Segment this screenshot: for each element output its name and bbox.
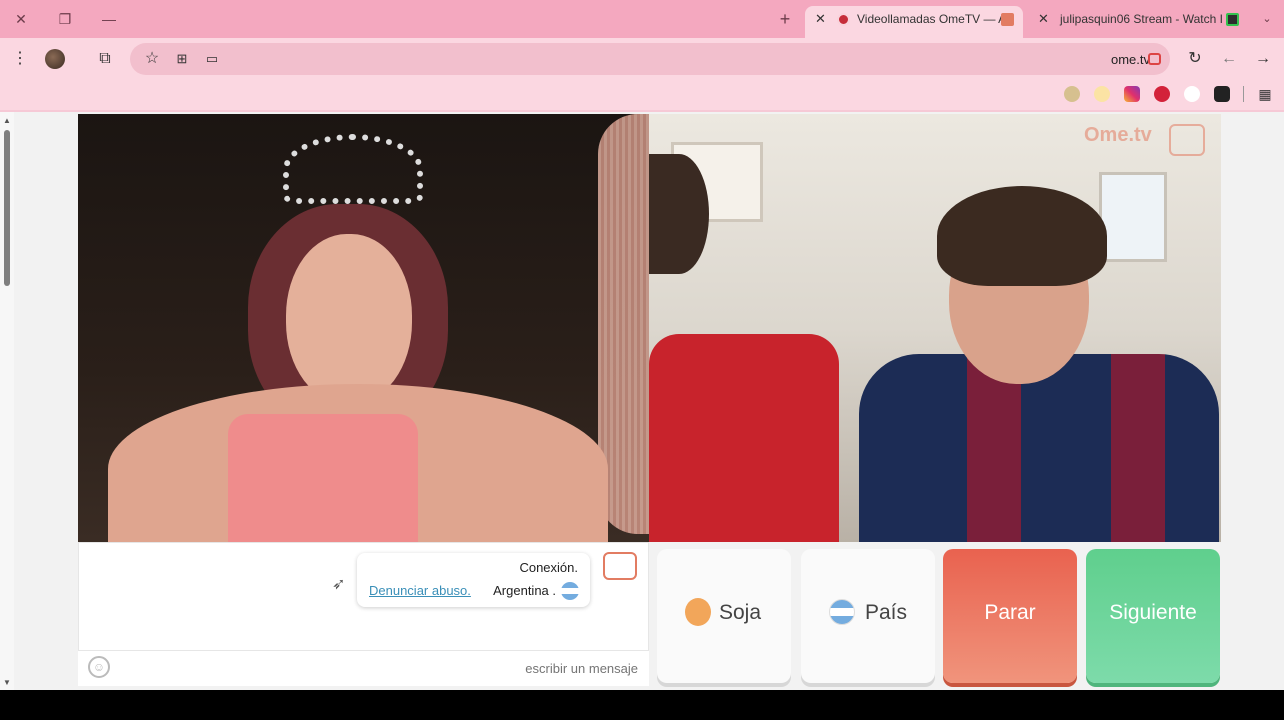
red-shirt-shape <box>649 334 839 542</box>
argentina-flag-icon <box>561 582 579 600</box>
status-title: Conexión. <box>519 560 578 575</box>
forward-icon[interactable]: → <box>1252 48 1274 70</box>
cast-icon[interactable]: ▭ <box>201 48 223 70</box>
menu-dots-icon[interactable]: ⋮ <box>9 48 31 70</box>
tab-stream[interactable]: ✕ julipasquin06 Stream - Watch I <box>1030 6 1245 38</box>
country-filter-button[interactable]: País <box>801 549 935 683</box>
tab-videollamadas[interactable]: ✕ Videollamadas OmeTV — A <box>805 6 1023 38</box>
message-input[interactable] <box>120 655 638 681</box>
scroll-down-arrow-icon[interactable]: ▼ <box>3 678 11 687</box>
pinterest-icon[interactable] <box>1154 86 1170 102</box>
bookmark-star-icon[interactable]: ☆ <box>141 48 163 70</box>
gender-filter-button[interactable]: Soja <box>657 549 791 683</box>
new-tab-icon[interactable]: + <box>772 8 798 30</box>
status-message: Conexión. Argentina . Denunciar abuso. <box>357 553 590 607</box>
tab-title: Videollamadas OmeTV — A <box>857 12 1007 26</box>
hair-shape <box>937 186 1107 286</box>
bookmark-divider <box>1243 86 1244 102</box>
local-video <box>78 114 649 542</box>
close-tab-icon[interactable]: ✕ <box>1038 6 1049 32</box>
back-icon[interactable]: ← <box>1218 48 1240 70</box>
emoji-icon[interactable]: ☺ <box>88 656 110 678</box>
bookmark-icon[interactable] <box>1094 86 1110 102</box>
minimize-window-icon[interactable]: — <box>96 8 122 30</box>
recording-icon <box>837 13 850 26</box>
reload-icon[interactable]: ↻ <box>1184 48 1206 70</box>
wall-picture <box>1099 172 1167 262</box>
tab-title: julipasquin06 Stream - Watch I <box>1060 12 1223 26</box>
gender-label: Soja <box>719 601 762 624</box>
ometv-watermark: Ome.tv <box>1084 124 1152 146</box>
bottom-bar <box>0 690 1284 720</box>
apps-grid-icon[interactable]: ▦ <box>1257 86 1273 102</box>
kick-favicon <box>1226 13 1239 26</box>
profile-avatar[interactable] <box>45 49 65 69</box>
bookmarks-bar <box>0 80 1284 110</box>
scroll-up-arrow-icon[interactable]: ▲ <box>3 116 11 125</box>
face-shape <box>286 234 412 404</box>
ometv-logo-icon <box>603 552 637 580</box>
argentina-flag-icon <box>829 599 855 625</box>
bookmark-icon[interactable] <box>1214 86 1230 102</box>
bookmark-icon[interactable] <box>1064 86 1080 102</box>
tiara-shape <box>283 134 423 204</box>
url-text[interactable]: ome.tv <box>1111 52 1150 67</box>
status-country: Argentina . <box>493 583 556 598</box>
scrollbar-thumb[interactable] <box>4 130 10 286</box>
address-bar[interactable] <box>130 43 1170 75</box>
stop-button[interactable]: Parar <box>943 549 1077 683</box>
cursor-icon: ➶ <box>332 576 346 593</box>
restore-window-icon[interactable]: ❐ <box>52 8 78 30</box>
close-window-icon[interactable]: ✕ <box>8 8 34 30</box>
tab-search-icon[interactable]: ⌄ <box>1254 8 1280 30</box>
ometv-logo-icon <box>1169 124 1205 156</box>
close-tab-icon[interactable]: ✕ <box>815 6 826 32</box>
translate-icon[interactable]: ⊞ <box>171 48 193 70</box>
next-button[interactable]: Siguiente <box>1086 549 1220 683</box>
camera-in-use-icon[interactable] <box>1148 53 1161 65</box>
top-shape <box>228 414 418 542</box>
boy-face-icon <box>685 598 711 626</box>
extensions-icon[interactable]: ⧉ <box>94 48 116 70</box>
hair-shape <box>649 154 709 274</box>
ometv-favicon <box>1001 13 1014 26</box>
bookmark-icon[interactable] <box>1184 86 1200 102</box>
striped-shirt-shape <box>859 354 1219 542</box>
country-label: País <box>865 601 908 624</box>
remote-video: Ome.tv <box>649 114 1221 542</box>
report-abuse-link[interactable]: Denunciar abuso. <box>369 583 471 598</box>
instagram-icon[interactable] <box>1124 86 1140 102</box>
